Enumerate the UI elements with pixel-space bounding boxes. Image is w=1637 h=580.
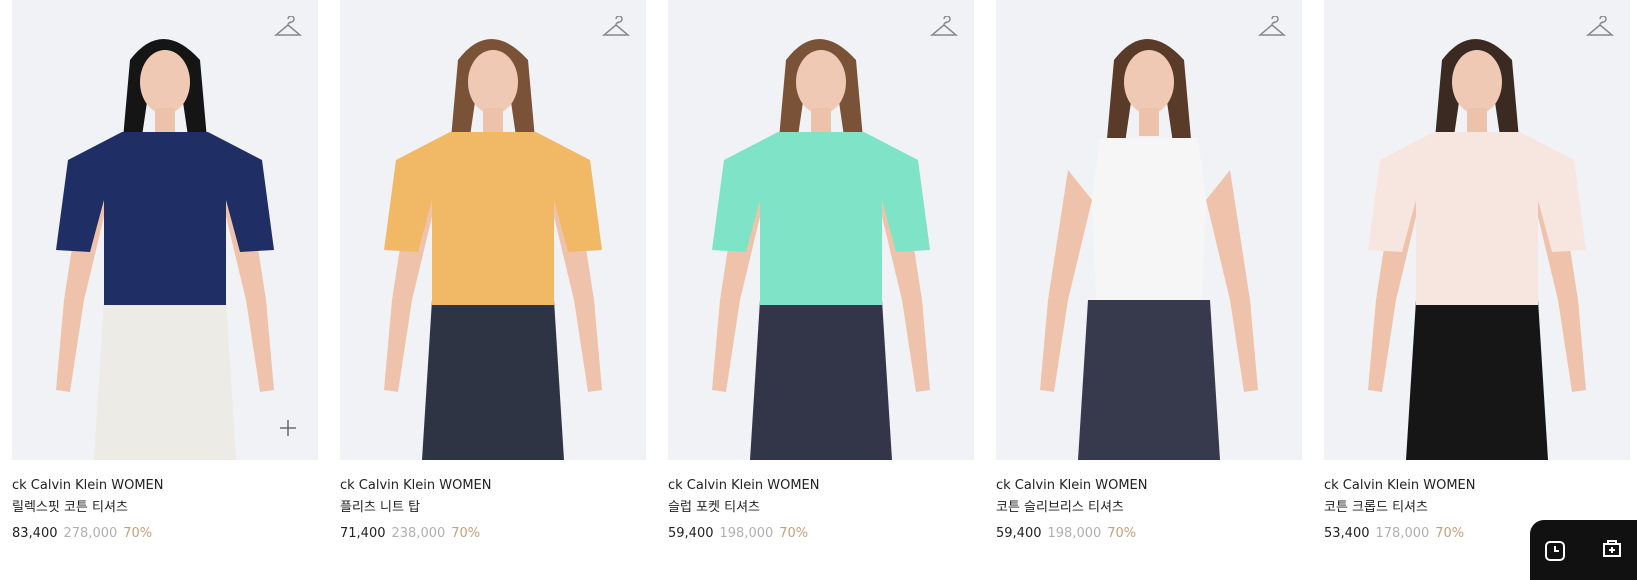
product-grid: ck Calvin Klein WOMEN 릴렉스핏 코튼 티셔츠 83,400… xyxy=(12,0,1630,545)
product-card[interactable]: ck Calvin Klein WOMEN 코튼 슬리브리스 티셔츠 59,40… xyxy=(996,0,1302,545)
original-price: 238,000 xyxy=(391,526,446,541)
product-name[interactable]: 릴렉스핏 코튼 티셔츠 xyxy=(12,499,318,517)
price-row: 71,400 238,000 70% xyxy=(340,523,646,545)
product-brand[interactable]: ck Calvin Klein WOMEN xyxy=(12,477,318,495)
product-photo[interactable] xyxy=(668,0,974,460)
original-price: 178,000 xyxy=(1375,526,1430,541)
discount-rate: 70% xyxy=(451,526,481,541)
price-row: 59,400 198,000 70% xyxy=(996,523,1302,545)
model-bottom xyxy=(422,300,564,460)
product-photo[interactable] xyxy=(12,0,318,460)
hanger-icon[interactable] xyxy=(930,16,958,40)
product-name[interactable]: 플리츠 니트 탑 xyxy=(340,499,646,517)
model-figure xyxy=(1040,39,1258,460)
product-brand[interactable]: ck Calvin Klein WOMEN xyxy=(668,477,974,495)
hanger-icon[interactable] xyxy=(274,16,302,40)
model-neck xyxy=(1467,108,1487,136)
model-figure xyxy=(384,39,602,460)
model-bottom xyxy=(94,300,236,460)
clock-icon[interactable] xyxy=(1544,540,1566,562)
model-neck xyxy=(155,108,175,136)
price-row: 59,400 198,000 70% xyxy=(668,523,974,545)
model-face xyxy=(1452,50,1502,114)
product-brand[interactable]: ck Calvin Klein WOMEN xyxy=(340,477,646,495)
model-arm-right xyxy=(1206,170,1258,392)
product-card[interactable]: ck Calvin Klein WOMEN 플리츠 니트 탑 71,400 238… xyxy=(340,0,646,545)
product-photo[interactable] xyxy=(996,0,1302,460)
original-price: 278,000 xyxy=(63,526,118,541)
product-photo[interactable] xyxy=(340,0,646,460)
product-photo[interactable] xyxy=(1324,0,1630,460)
model-face xyxy=(1124,50,1174,114)
plus-icon[interactable] xyxy=(278,418,298,438)
discount-rate: 70% xyxy=(779,526,809,541)
store-icon[interactable] xyxy=(1600,536,1624,560)
product-name[interactable]: 코튼 크롭드 티셔츠 xyxy=(1324,499,1630,517)
sale-price: 71,400 xyxy=(340,526,386,541)
model-face xyxy=(140,50,190,114)
sale-price: 59,400 xyxy=(996,526,1042,541)
model-figure xyxy=(712,39,930,460)
sale-price: 53,400 xyxy=(1324,526,1370,541)
product-brand[interactable]: ck Calvin Klein WOMEN xyxy=(996,477,1302,495)
discount-rate: 70% xyxy=(1435,526,1465,541)
hanger-icon[interactable] xyxy=(1258,16,1286,40)
model-bottom xyxy=(1078,300,1220,460)
model-neck xyxy=(1139,108,1159,136)
discount-rate: 70% xyxy=(1107,526,1137,541)
model-figure xyxy=(56,39,274,460)
model-bottom xyxy=(750,300,892,460)
model-figure xyxy=(1368,39,1586,460)
floating-quick-menu xyxy=(1530,520,1637,580)
hanger-icon[interactable] xyxy=(602,16,630,40)
product-card[interactable]: ck Calvin Klein WOMEN 슬럽 포켓 티셔츠 59,400 19… xyxy=(668,0,974,545)
discount-rate: 70% xyxy=(123,526,153,541)
model-neck xyxy=(483,108,503,136)
product-card[interactable]: ck Calvin Klein WOMEN 릴렉스핏 코튼 티셔츠 83,400… xyxy=(12,0,318,545)
product-name[interactable]: 코튼 슬리브리스 티셔츠 xyxy=(996,499,1302,517)
model-arm-left xyxy=(1040,170,1092,392)
model-face xyxy=(468,50,518,114)
price-row: 83,400 278,000 70% xyxy=(12,523,318,545)
model-bottom xyxy=(1406,300,1548,460)
model-neck xyxy=(811,108,831,136)
product-brand[interactable]: ck Calvin Klein WOMEN xyxy=(1324,477,1630,495)
model-face xyxy=(796,50,846,114)
original-price: 198,000 xyxy=(1047,526,1102,541)
sale-price: 83,400 xyxy=(12,526,58,541)
model-top xyxy=(1092,138,1206,300)
sale-price: 59,400 xyxy=(668,526,714,541)
hanger-icon[interactable] xyxy=(1586,16,1614,40)
product-name[interactable]: 슬럽 포켓 티셔츠 xyxy=(668,499,974,517)
product-card[interactable]: ck Calvin Klein WOMEN 코튼 크롭드 티셔츠 53,400 1… xyxy=(1324,0,1630,545)
original-price: 198,000 xyxy=(719,526,774,541)
